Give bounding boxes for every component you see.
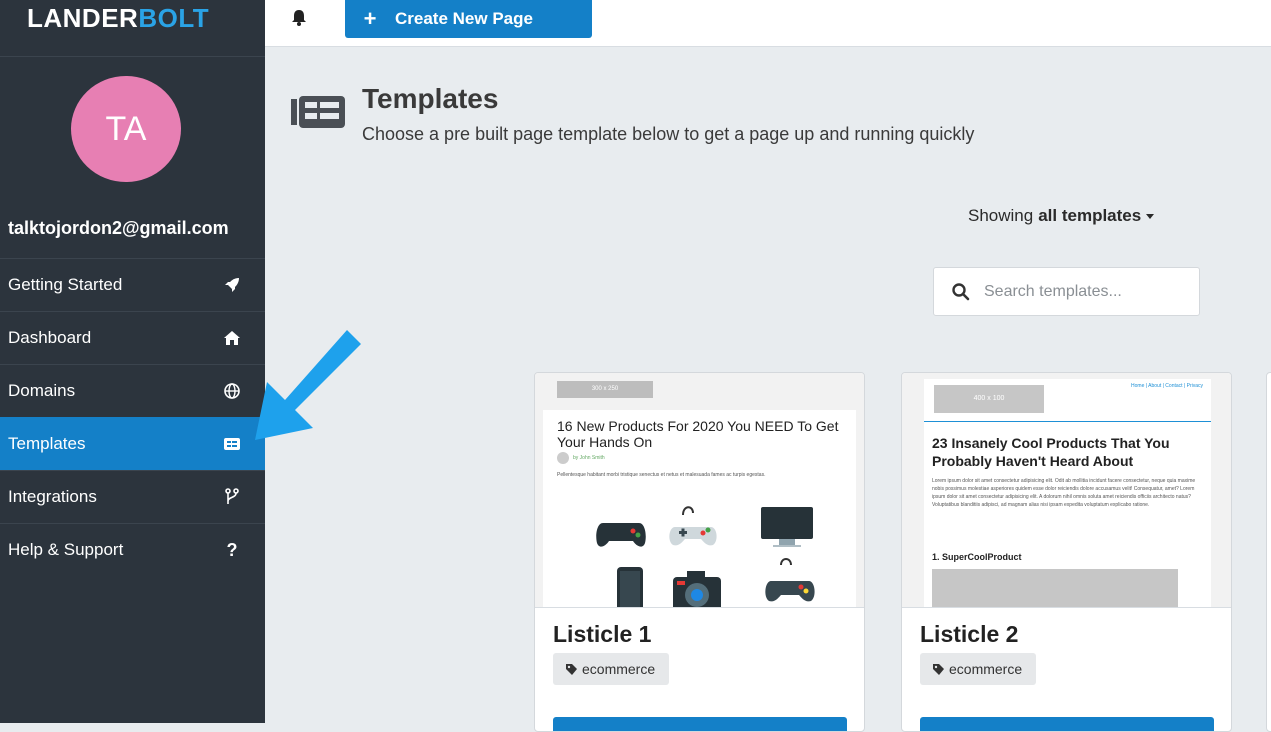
- rocket-icon: [223, 276, 241, 294]
- logo-part-lander: LANDER: [27, 3, 139, 33]
- preview-headline: 23 Insanely Cool Products That You Proba…: [932, 435, 1170, 469]
- sidebar-item-label: Help & Support: [8, 540, 124, 559]
- preview-subheading: 1. SuperCoolProduct: [932, 552, 1022, 562]
- preview-byline: by John Smith: [557, 452, 605, 464]
- search-box: [933, 267, 1200, 316]
- sidebar-item-label: Getting Started: [8, 275, 123, 294]
- template-title: Listicle 1: [553, 621, 652, 647]
- create-new-page-label: Create New Page: [395, 9, 533, 28]
- tag-icon: [566, 663, 577, 675]
- sidebar-item-help-support[interactable]: Help & Support ?: [0, 523, 265, 576]
- template-title: Listicle 2: [920, 621, 1019, 647]
- tag-label: ecommerce: [582, 661, 656, 677]
- template-filter-dropdown[interactable]: Showing all templates: [968, 206, 1155, 226]
- sidebar-item-label: Domains: [8, 381, 76, 400]
- logo-part-bolt: BOLT: [138, 3, 210, 33]
- home-icon: [223, 329, 241, 347]
- sidebar-item-label: Integrations: [8, 487, 97, 506]
- sidebar-item-dashboard[interactable]: Dashboard: [0, 311, 265, 364]
- filter-value: all templates: [1038, 206, 1142, 225]
- create-new-page-button[interactable]: + Create New Page: [345, 0, 592, 38]
- author-name: by John Smith: [573, 455, 605, 461]
- preview-headline: 16 New Products For 2020 You NEED To Get…: [557, 418, 839, 450]
- preview-nav-links: Home | About | Contact | Privacy: [1131, 383, 1203, 389]
- logo-text: LANDERBOLT: [27, 3, 209, 34]
- use-template-button[interactable]: [920, 717, 1214, 731]
- template-card-partial[interactable]: [1266, 372, 1271, 732]
- template-preview: 300 x 250 16 New Products For 2020 You N…: [535, 373, 864, 608]
- question-icon: ?: [226, 539, 238, 560]
- sidebar-item-integrations[interactable]: Integrations: [0, 470, 265, 523]
- product-icons: [596, 506, 815, 607]
- preview-content: 400 x 100 Home | About | Contact | Priva…: [924, 379, 1211, 607]
- ad-placeholder: 400 x 100: [934, 385, 1044, 413]
- tag-icon: [933, 663, 944, 675]
- bell-icon[interactable]: [290, 8, 308, 28]
- sidebar: LANDERBOLT TA talktojordon2@gmail.com Ge…: [0, 0, 265, 723]
- search-input[interactable]: [982, 281, 1186, 302]
- sidebar-item-templates[interactable]: Templates: [0, 417, 265, 470]
- category-tag[interactable]: ecommerce: [920, 653, 1037, 685]
- preview-body: Lorem ipsum dolor sit amet consectetur a…: [932, 478, 1196, 508]
- template-card-listicle-1[interactable]: 300 x 250 16 New Products For 2020 You N…: [534, 372, 865, 732]
- category-tag[interactable]: ecommerce: [553, 653, 670, 685]
- branch-icon: [223, 488, 241, 506]
- preview-content: 16 New Products For 2020 You NEED To Get…: [543, 410, 856, 607]
- templates-icon: [291, 93, 346, 129]
- globe-icon: [223, 382, 241, 400]
- sidebar-item-label: Templates: [8, 434, 86, 453]
- page-subtitle: Choose a pre built page template below t…: [362, 124, 975, 144]
- sidebar-item-domains[interactable]: Domains: [0, 364, 265, 417]
- preview-divider: [924, 421, 1211, 422]
- template-card-listicle-2[interactable]: 400 x 100 Home | About | Contact | Priva…: [901, 372, 1232, 732]
- sidebar-item-getting-started[interactable]: Getting Started: [0, 258, 265, 311]
- template-preview: 400 x 100 Home | About | Contact | Priva…: [902, 373, 1231, 608]
- preview-body: Pellentesque habitant morbi tristique se…: [557, 472, 766, 478]
- search-icon: [952, 282, 970, 300]
- caret-down-icon: [1146, 213, 1155, 219]
- logo[interactable]: LANDERBOLT: [0, 0, 265, 57]
- ad-placeholder: 300 x 250: [557, 381, 653, 398]
- arrow-annotation-icon: [255, 330, 361, 440]
- sidebar-nav: Getting Started Dashboard Domains Templa…: [0, 258, 265, 576]
- templates-icon: [223, 435, 241, 453]
- use-template-button[interactable]: [553, 717, 847, 731]
- author-avatar: [557, 452, 569, 464]
- filter-prefix: Showing: [968, 206, 1034, 225]
- tag-label: ecommerce: [949, 661, 1023, 677]
- avatar[interactable]: TA: [71, 76, 181, 182]
- sidebar-item-label: Dashboard: [8, 328, 92, 347]
- preview-image-placeholder: [932, 569, 1178, 607]
- plus-icon: +: [363, 6, 377, 31]
- page-title: Templates: [362, 83, 499, 114]
- top-bar: + Create New Page: [265, 0, 1271, 47]
- user-email: talktojordon2@gmail.com: [8, 218, 229, 238]
